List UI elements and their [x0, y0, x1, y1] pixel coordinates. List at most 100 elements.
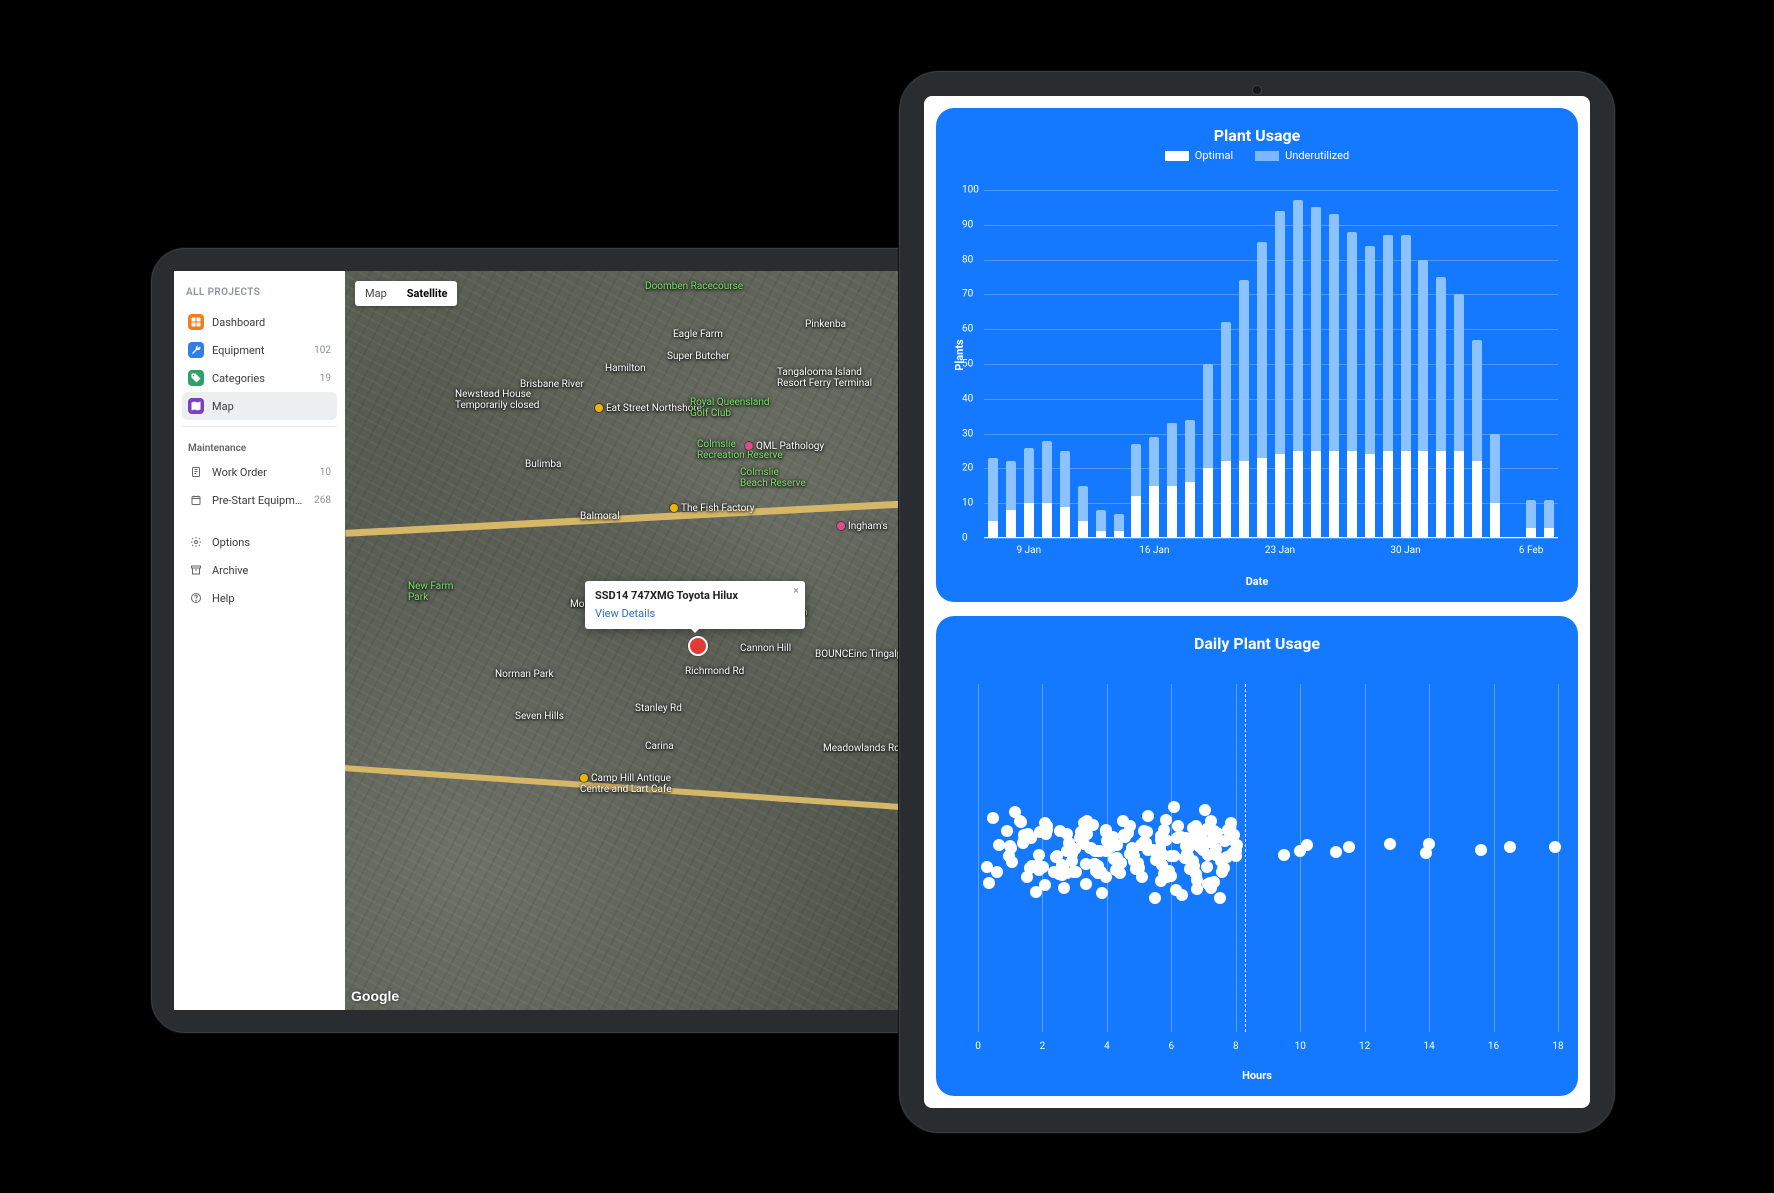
data-point[interactable]: [1161, 871, 1173, 883]
bar[interactable]: [1544, 500, 1554, 538]
data-point[interactable]: [1201, 861, 1213, 873]
bar[interactable]: [1024, 448, 1034, 538]
data-point[interactable]: [1218, 862, 1230, 874]
data-point[interactable]: [1184, 863, 1196, 875]
data-point[interactable]: [1003, 850, 1015, 862]
bar[interactable]: [1311, 207, 1321, 538]
data-point[interactable]: [1096, 887, 1108, 899]
sidebar-item-archive[interactable]: Archive: [182, 556, 337, 584]
data-point[interactable]: [1140, 837, 1152, 849]
sidebar-item-workorder[interactable]: Work Order 10: [182, 458, 337, 486]
bar[interactable]: [1185, 420, 1195, 538]
data-point[interactable]: [1033, 864, 1045, 876]
map-type-toggle[interactable]: Map Satellite: [355, 281, 457, 306]
data-point[interactable]: [1301, 839, 1313, 851]
bar[interactable]: [1329, 214, 1339, 538]
data-point[interactable]: [1142, 810, 1154, 822]
data-point[interactable]: [1219, 835, 1231, 847]
data-point[interactable]: [1278, 849, 1290, 861]
data-point[interactable]: [1122, 827, 1134, 839]
data-point[interactable]: [1168, 801, 1180, 813]
bar[interactable]: [1042, 441, 1052, 538]
bar[interactable]: [1203, 364, 1213, 538]
data-point[interactable]: [1017, 837, 1029, 849]
data-point[interactable]: [1058, 882, 1070, 894]
data-point[interactable]: [1423, 838, 1435, 850]
map-pane[interactable]: Doomben RacecourseEagle FarmPinkenbaBris…: [345, 271, 944, 1010]
bar[interactable]: [1114, 514, 1124, 538]
bar[interactable]: [1365, 246, 1375, 538]
bar[interactable]: [1347, 232, 1357, 538]
data-point[interactable]: [1191, 883, 1203, 895]
data-point[interactable]: [1110, 864, 1122, 876]
data-point[interactable]: [1343, 841, 1355, 853]
bar[interactable]: [1436, 277, 1446, 538]
data-point[interactable]: [1384, 838, 1396, 850]
popup-view-details-link[interactable]: View Details: [595, 607, 655, 620]
bar[interactable]: [1131, 444, 1141, 538]
data-point[interactable]: [1061, 845, 1073, 857]
bar[interactable]: [1383, 235, 1393, 538]
bar[interactable]: [1275, 211, 1285, 538]
bar[interactable]: [1401, 235, 1411, 538]
bar[interactable]: [1060, 451, 1070, 538]
data-point[interactable]: [1130, 863, 1142, 875]
data-point[interactable]: [1171, 832, 1183, 844]
data-point[interactable]: [1100, 845, 1112, 857]
sidebar-item-equipment[interactable]: Equipment 102: [182, 336, 337, 364]
bar[interactable]: [1006, 461, 1016, 538]
bar[interactable]: [1293, 200, 1303, 538]
map-type-map[interactable]: Map: [355, 281, 397, 306]
sidebar-item-map[interactable]: Map: [182, 392, 337, 420]
data-point[interactable]: [987, 812, 999, 824]
sidebar-item-categories[interactable]: Categories 19: [182, 364, 337, 392]
data-point[interactable]: [1504, 841, 1516, 853]
data-point[interactable]: [1199, 804, 1211, 816]
sidebar-item-prestart[interactable]: Pre-Start Equipme... 268: [182, 486, 337, 514]
data-point[interactable]: [981, 861, 993, 873]
data-point[interactable]: [1204, 877, 1216, 889]
asset-pin[interactable]: [688, 636, 708, 656]
bar[interactable]: [1257, 242, 1267, 538]
data-point[interactable]: [1095, 866, 1107, 878]
data-point[interactable]: [1009, 806, 1021, 818]
bar[interactable]: [1096, 510, 1106, 538]
data-point[interactable]: [1068, 866, 1080, 878]
data-point[interactable]: [1475, 844, 1487, 856]
close-icon[interactable]: ×: [793, 584, 799, 597]
bar[interactable]: [988, 458, 998, 538]
sidebar-item-help[interactable]: Help: [182, 584, 337, 612]
data-point[interactable]: [1189, 828, 1201, 840]
bar[interactable]: [1239, 280, 1249, 538]
bar[interactable]: [1418, 260, 1428, 538]
data-point[interactable]: [1155, 834, 1167, 846]
data-point[interactable]: [1081, 815, 1093, 827]
data-point[interactable]: [991, 866, 1003, 878]
data-point[interactable]: [1225, 817, 1237, 829]
data-point[interactable]: [1015, 816, 1027, 828]
data-point[interactable]: [983, 877, 995, 889]
data-point[interactable]: [1330, 846, 1342, 858]
data-point[interactable]: [1001, 825, 1013, 837]
data-point[interactable]: [1078, 838, 1090, 850]
map-type-satellite[interactable]: Satellite: [397, 281, 458, 306]
data-point[interactable]: [993, 839, 1005, 851]
data-point[interactable]: [1039, 817, 1051, 829]
data-point[interactable]: [1054, 825, 1066, 837]
bar[interactable]: [1472, 340, 1482, 538]
bar[interactable]: [1149, 437, 1159, 538]
data-point[interactable]: [1228, 846, 1240, 858]
bar[interactable]: [1526, 500, 1536, 538]
data-point[interactable]: [1030, 886, 1042, 898]
data-point[interactable]: [1138, 825, 1150, 837]
sidebar-item-dashboard[interactable]: Dashboard: [182, 308, 337, 336]
bar[interactable]: [1490, 434, 1500, 538]
bar[interactable]: [1454, 294, 1464, 538]
bar[interactable]: [1167, 423, 1177, 538]
data-point[interactable]: [1549, 841, 1561, 853]
data-point[interactable]: [1170, 884, 1182, 896]
sidebar-item-options[interactable]: Options: [182, 528, 337, 556]
data-point[interactable]: [1214, 892, 1226, 904]
bar[interactable]: [1078, 486, 1088, 538]
data-point[interactable]: [1080, 878, 1092, 890]
